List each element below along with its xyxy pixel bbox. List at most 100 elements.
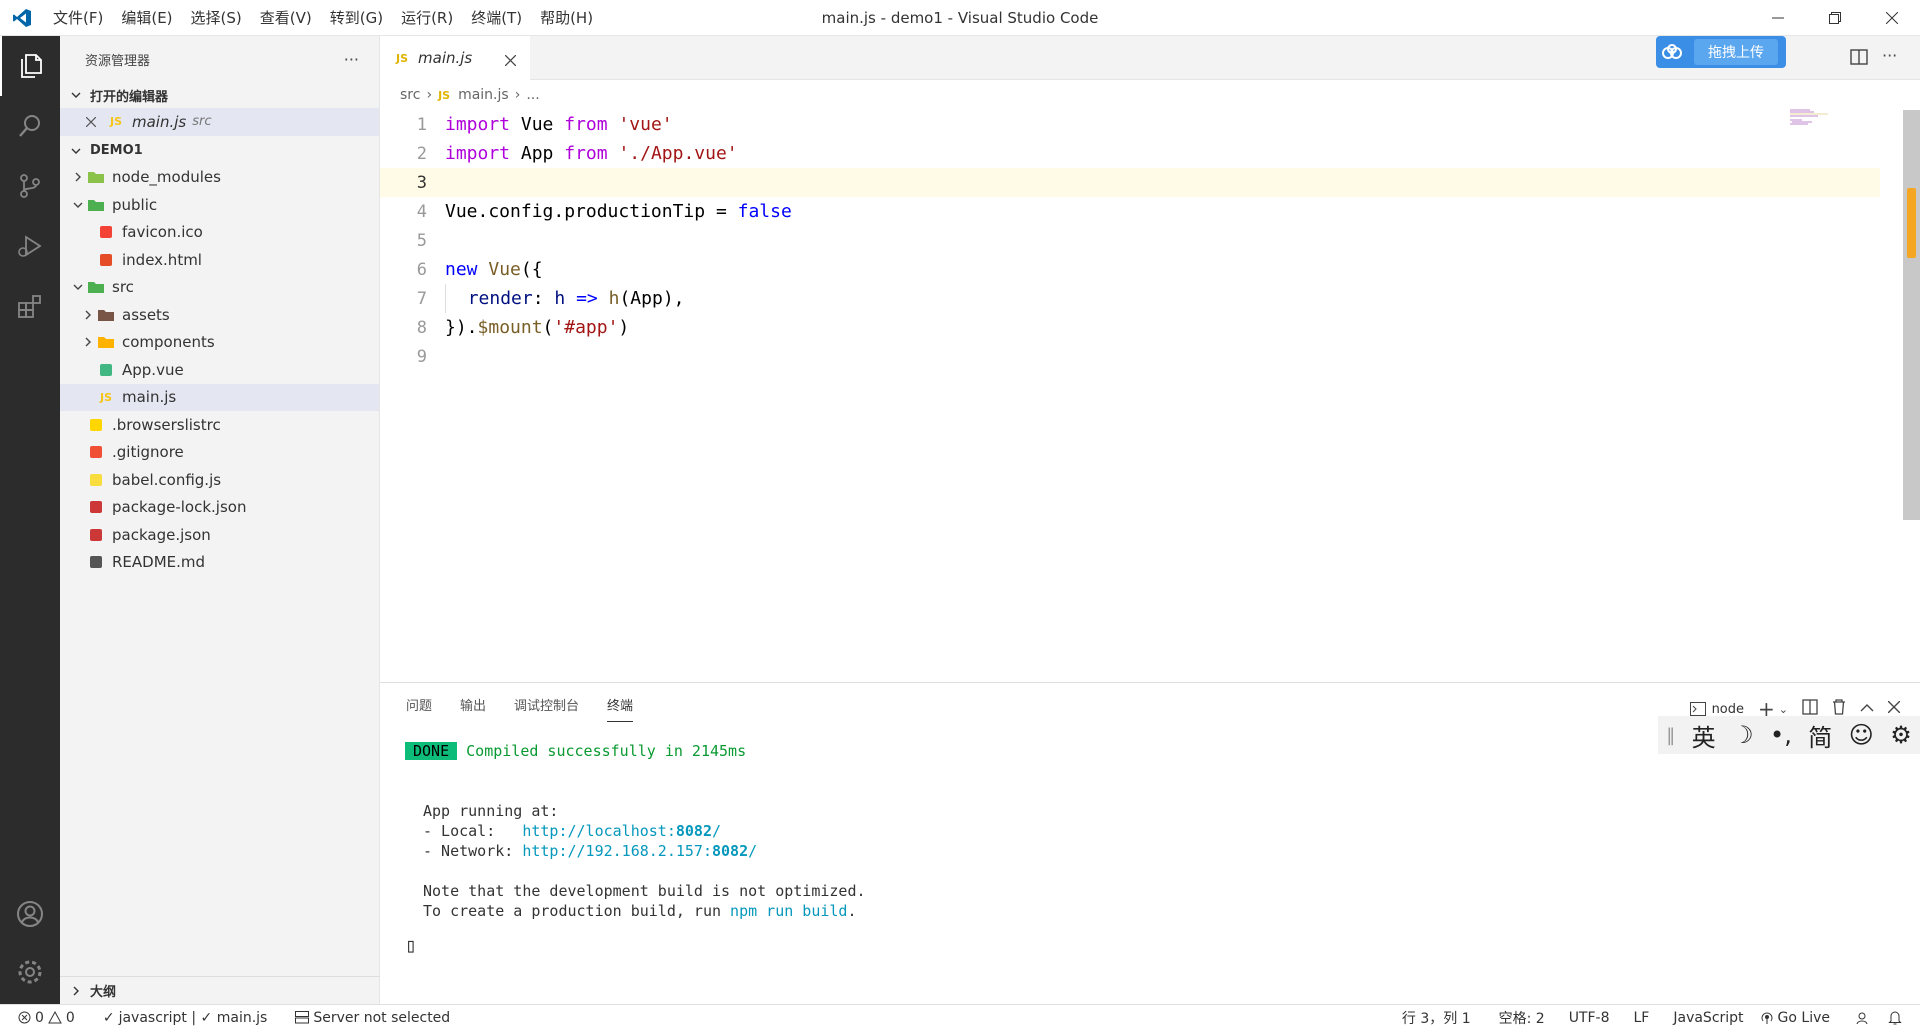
manage-gear-icon[interactable] bbox=[0, 942, 60, 1002]
ime-settings-gear-icon[interactable]: ⚙ bbox=[1890, 721, 1912, 749]
tree-item[interactable]: assets bbox=[60, 301, 379, 329]
open-editors-label: 打开的编辑器 bbox=[90, 89, 169, 105]
cloud-icon bbox=[1656, 44, 1688, 60]
source-control-icon[interactable] bbox=[0, 156, 60, 216]
drag-upload-button[interactable]: 拖拽上传 bbox=[1656, 36, 1786, 68]
tab-terminal[interactable]: 终端 bbox=[607, 692, 634, 722]
feedback-icon[interactable] bbox=[1848, 1011, 1880, 1025]
terminal-name: node bbox=[1711, 701, 1745, 717]
go-live-button[interactable]: Go Live bbox=[1752, 1010, 1838, 1026]
js-icon: JS bbox=[109, 115, 122, 129]
tree-item[interactable]: .gitignore bbox=[60, 439, 379, 467]
encoding[interactable]: UTF-8 bbox=[1561, 1010, 1618, 1026]
breadcrumb-file[interactable]: main.js bbox=[458, 87, 509, 103]
ime-punctuation-icon[interactable]: •, bbox=[1770, 721, 1792, 749]
menu-selection[interactable]: 选择(S) bbox=[182, 0, 251, 36]
panel-tabs: 问题 输出 调试控制台 终端 bbox=[380, 683, 661, 731]
indentation[interactable]: 空格: 2 bbox=[1491, 1008, 1553, 1028]
src-folder-icon bbox=[86, 280, 106, 294]
breadcrumb-src[interactable]: src bbox=[400, 87, 420, 103]
tree-item[interactable]: src bbox=[60, 274, 379, 302]
tree-item[interactable]: node_modules bbox=[60, 164, 379, 192]
editor-tabs: JS main.js 拖拽上传 ··· bbox=[380, 36, 1920, 80]
tab-main-js[interactable]: JS main.js bbox=[380, 36, 530, 80]
menu-help[interactable]: 帮助(H) bbox=[531, 0, 602, 36]
ime-language-toggle[interactable]: 英 bbox=[1692, 718, 1716, 753]
explorer-icon[interactable] bbox=[0, 36, 60, 96]
overview-ruler-marker bbox=[1907, 188, 1916, 258]
chevron-right-icon bbox=[80, 310, 96, 320]
search-icon[interactable] bbox=[0, 96, 60, 156]
breadcrumb-symbol[interactable]: ... bbox=[526, 87, 539, 103]
tree-item-label: index.html bbox=[122, 250, 202, 269]
project-name: DEMO1 bbox=[90, 143, 143, 158]
menu-file[interactable]: 文件(F) bbox=[44, 0, 112, 36]
more-actions-button[interactable]: ··· bbox=[344, 50, 359, 69]
server-icon bbox=[295, 1011, 310, 1024]
tab-debug-console[interactable]: 调试控制台 bbox=[514, 683, 579, 731]
close-editor-icon[interactable] bbox=[86, 116, 106, 127]
tree-item[interactable]: components bbox=[60, 329, 379, 357]
code-editor[interactable]: 1 import Vue from 'vue' 2 import App from … bbox=[380, 110, 1900, 680]
menu-terminal[interactable]: 终端(T) bbox=[462, 0, 531, 36]
window-controls bbox=[1749, 0, 1920, 36]
minimap[interactable] bbox=[1790, 108, 1828, 128]
close-panel-icon[interactable] bbox=[1887, 700, 1901, 717]
tab-output[interactable]: 输出 bbox=[460, 683, 486, 731]
more-editor-actions-button[interactable]: ··· bbox=[1882, 46, 1897, 65]
split-editor-icon[interactable] bbox=[1850, 48, 1868, 70]
tree-item[interactable]: public bbox=[60, 191, 379, 219]
terminal-select[interactable]: node bbox=[1689, 701, 1745, 717]
ime-simplified-toggle[interactable]: 简 bbox=[1808, 718, 1832, 753]
menu-edit[interactable]: 编辑(E) bbox=[112, 0, 181, 36]
terminal-line: App running at: bbox=[423, 802, 559, 820]
done-badge: DONE bbox=[405, 742, 458, 760]
line-ending[interactable]: LF bbox=[1626, 1010, 1658, 1026]
editor-scrollbar[interactable] bbox=[1903, 110, 1920, 520]
project-section[interactable]: DEMO1 bbox=[60, 138, 379, 164]
tree-item[interactable]: index.html bbox=[60, 246, 379, 274]
tab-problems[interactable]: 问题 bbox=[406, 683, 432, 731]
problems-indicator[interactable]: 0 0 bbox=[0, 1010, 83, 1026]
cursor-position[interactable]: 行 3，列 1 bbox=[1394, 1008, 1479, 1028]
tree-item[interactable]: App.vue bbox=[60, 356, 379, 384]
outline-section[interactable]: 大纲 bbox=[60, 976, 380, 1004]
menu-go[interactable]: 转到(G) bbox=[321, 0, 392, 36]
tree-item[interactable]: README.md bbox=[60, 549, 379, 577]
open-editors-section[interactable]: 打开的编辑器 bbox=[60, 82, 379, 108]
close-tab-icon[interactable] bbox=[504, 52, 517, 70]
network-url-link[interactable]: http://192.168.2.157:8082/ bbox=[522, 842, 757, 860]
menu-view[interactable]: 查看(V) bbox=[251, 0, 321, 36]
tree-item[interactable]: .browserslistrc bbox=[60, 411, 379, 439]
tree-item-label: babel.config.js bbox=[112, 470, 222, 489]
run-debug-icon[interactable] bbox=[0, 216, 60, 276]
ime-emoji-icon[interactable]: ☺ bbox=[1849, 721, 1874, 749]
minimize-button[interactable] bbox=[1749, 0, 1806, 36]
tree-item[interactable]: package.json bbox=[60, 521, 379, 549]
terminal-output[interactable]: DONE Compiled successfully in 2145ms App… bbox=[405, 741, 866, 955]
local-url-link[interactable]: http://localhost:8082/ bbox=[522, 822, 721, 840]
tree-item[interactable]: favicon.ico bbox=[60, 219, 379, 247]
ime-moon-icon[interactable]: ☽ bbox=[1732, 721, 1754, 749]
notifications-bell-icon[interactable] bbox=[1880, 1010, 1910, 1025]
open-editor-item[interactable]: JS main.js src bbox=[60, 108, 379, 136]
maximize-panel-icon[interactable] bbox=[1860, 702, 1874, 717]
extensions-icon[interactable] bbox=[0, 276, 60, 336]
tree-item[interactable]: JS main.js bbox=[60, 383, 379, 411]
terminal-line: - Network: http://192.168.2.157:8082/ bbox=[423, 842, 758, 860]
drag-upload-label: 拖拽上传 bbox=[1694, 39, 1778, 65]
language-mode[interactable]: JavaScript bbox=[1665, 1010, 1751, 1026]
explorer-header: 资源管理器 ··· bbox=[60, 36, 379, 82]
server-status[interactable]: Server not selected bbox=[287, 1010, 458, 1026]
tree-item-label: components bbox=[122, 333, 215, 352]
accounts-icon[interactable] bbox=[0, 884, 60, 944]
restore-button[interactable] bbox=[1806, 0, 1863, 36]
tree-item[interactable]: babel.config.js bbox=[60, 466, 379, 494]
eslint-status[interactable]: ✓ javascript | ✓ main.js bbox=[95, 1010, 276, 1026]
chevron-down-icon[interactable]: ⌄ bbox=[1779, 703, 1788, 716]
close-window-button[interactable] bbox=[1863, 0, 1920, 36]
npm-icon bbox=[86, 528, 106, 542]
ime-handle-icon[interactable]: ‖ bbox=[1666, 725, 1675, 746]
menu-run[interactable]: 运行(R) bbox=[392, 0, 462, 36]
tree-item[interactable]: package-lock.json bbox=[60, 494, 379, 522]
